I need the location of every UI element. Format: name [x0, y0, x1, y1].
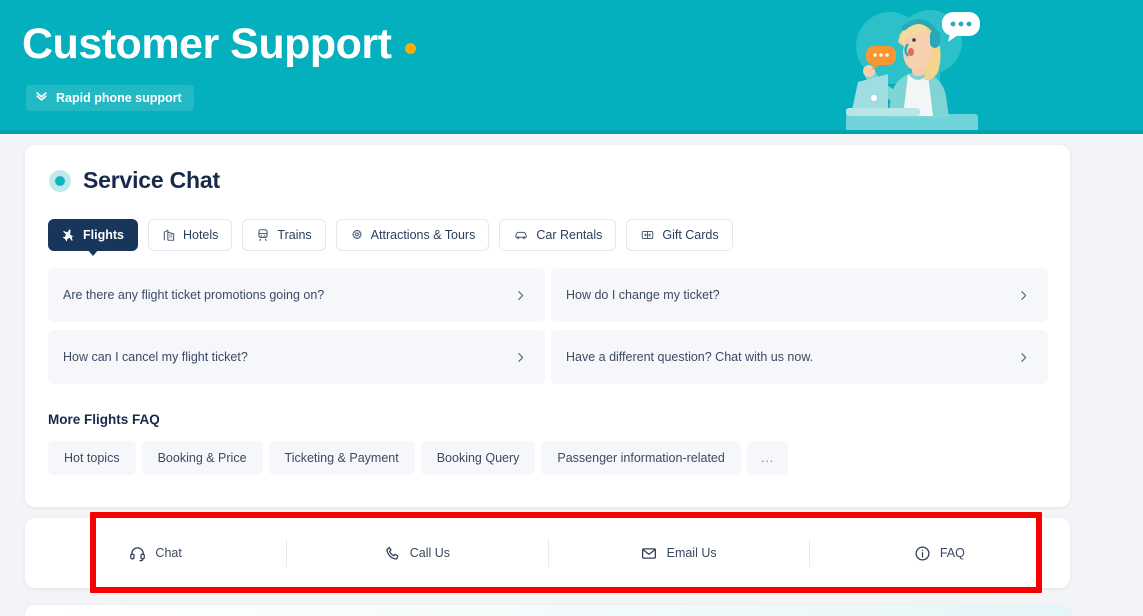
chevron-right-icon [1017, 351, 1030, 364]
action-email-us-label: Email Us [666, 546, 717, 560]
envelope-icon [640, 545, 658, 562]
faq-chip-booking-price[interactable]: Booking & Price [141, 441, 263, 475]
tab-trains[interactable]: Trains [242, 219, 326, 251]
service-chat-title: Service Chat [83, 167, 220, 193]
tab-attractions-tours[interactable]: Attractions & Tours [335, 219, 490, 251]
tab-gift-cards[interactable]: Gift Cards [626, 219, 733, 251]
faq-question-item[interactable]: How do I change my ticket? [551, 268, 1048, 322]
customer-service-agent-illustration [838, 0, 998, 134]
action-email-us[interactable]: Email Us [547, 518, 809, 588]
faq-question-text: Have a different question? Chat with us … [566, 350, 814, 364]
faq-question-item[interactable]: Are there any flight ticket promotions g… [48, 268, 545, 322]
tab-trains-label: Trains [277, 228, 312, 242]
action-call-us-label: Call Us [409, 546, 451, 560]
double-chevron-down-icon [34, 88, 49, 108]
tab-car-rentals-label: Car Rentals [536, 228, 603, 242]
car-icon [513, 228, 529, 242]
faq-chip-more[interactable]: ... [746, 441, 789, 475]
gift-card-icon [640, 228, 655, 242]
chevron-right-icon [1017, 289, 1030, 302]
more-faq-chips: Hot topics Booking & Price Ticketing & P… [48, 441, 789, 475]
rapid-phone-support-label: Rapid phone support [56, 91, 182, 105]
info-circle-icon [914, 545, 931, 562]
page-title: Customer Support [22, 20, 417, 68]
chevron-right-icon [514, 351, 527, 364]
action-call-us[interactable]: Call Us [286, 518, 547, 588]
tab-flights[interactable]: Flights [48, 219, 138, 256]
building-icon [162, 228, 176, 242]
tab-hotels[interactable]: Hotels [147, 219, 233, 251]
faq-question-text: How do I change my ticket? [566, 288, 720, 302]
header-bottom-strip [0, 130, 1143, 134]
tab-flights-label: Flights [83, 228, 124, 242]
faq-question-grid: Are there any flight ticket promotions g… [48, 268, 1048, 384]
chevron-right-icon [514, 289, 527, 302]
faq-chip-booking-query[interactable]: Booking Query [420, 441, 536, 475]
train-icon [256, 228, 270, 242]
airplane-icon [62, 228, 76, 242]
teal-dot-icon [49, 169, 71, 192]
faq-question-text: Are there any flight ticket promotions g… [63, 288, 325, 302]
service-chat-heading: Service Chat [49, 167, 220, 194]
category-tabs: Flights Hotels Trains Attractions & Tour… [48, 219, 733, 256]
tab-hotels-label: Hotels [182, 228, 219, 242]
headset-icon [129, 545, 146, 562]
page-header: Customer Support Rapid phone support [0, 0, 1143, 134]
contact-actions-card: Chat Call Us Email Us FAQ [25, 518, 1070, 588]
rapid-phone-support-badge[interactable]: Rapid phone support [26, 85, 194, 111]
service-chat-card: Service Chat Flights Hotels Trains Attra… [25, 145, 1070, 507]
action-faq-label: FAQ [939, 546, 965, 560]
faq-question-item[interactable]: Have a different question? Chat with us … [551, 330, 1048, 384]
faq-chip-hot-topics[interactable]: Hot topics [48, 441, 136, 475]
tab-attractions-tours-label: Attractions & Tours [370, 228, 476, 242]
tab-gift-cards-label: Gift Cards [662, 228, 719, 242]
ferris-wheel-icon [350, 228, 364, 242]
page-title-text: Customer Support [22, 20, 392, 68]
action-faq[interactable]: FAQ [808, 518, 1070, 588]
action-chat[interactable]: Chat [25, 518, 286, 588]
bottom-partial-card [25, 605, 1070, 616]
title-accent-dot-icon [405, 43, 417, 54]
tab-car-rentals[interactable]: Car Rentals [499, 219, 617, 251]
faq-chip-ticketing-payment[interactable]: Ticketing & Payment [268, 441, 415, 475]
action-chat-label: Chat [155, 546, 182, 560]
faq-question-text: How can I cancel my flight ticket? [63, 350, 248, 364]
faq-chip-passenger-information[interactable]: Passenger information-related [541, 441, 741, 475]
more-faq-title: More Flights FAQ [48, 412, 160, 427]
phone-icon [384, 545, 401, 562]
faq-question-item[interactable]: How can I cancel my flight ticket? [48, 330, 545, 384]
contact-actions-bar: Chat Call Us Email Us FAQ [25, 518, 1070, 588]
